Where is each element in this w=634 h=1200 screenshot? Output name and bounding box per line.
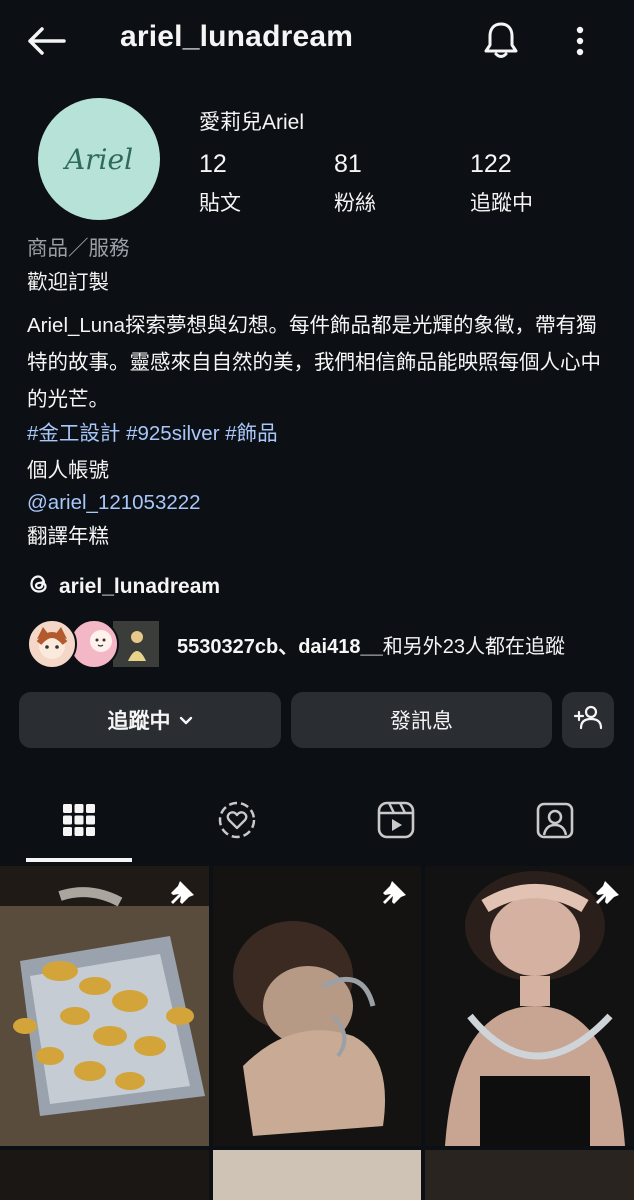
- reels-icon: [377, 801, 415, 844]
- threads-handle: ariel_lunadream: [59, 575, 221, 598]
- post-thumbnail[interactable]: [0, 1150, 209, 1200]
- tab-tagged[interactable]: [476, 780, 634, 864]
- add-person-button[interactable]: [562, 692, 614, 748]
- followed-by-row[interactable]: 5530327cb、dai418__和另外23人都在追蹤: [27, 618, 565, 670]
- post-thumbnail[interactable]: [425, 1150, 634, 1200]
- more-vertical-icon[interactable]: [566, 20, 594, 62]
- bio-category: 商品／服務: [27, 237, 130, 260]
- display-name: 愛莉兒Ariel: [199, 111, 305, 134]
- bio-personal-label: 個人帳號: [27, 459, 109, 482]
- threads-link[interactable]: ariel_lunadream: [27, 572, 220, 602]
- bio-description: Ariel_Luna探索夢想與幻想。每件飾品都是光輝的象徵，帶有獨特的故事。靈感…: [27, 314, 601, 411]
- stat-posts-label: 貼文: [199, 192, 241, 215]
- bio-mention-link[interactable]: @ariel_121053222: [27, 490, 201, 517]
- threads-icon: [27, 572, 51, 602]
- following-button-label: 追蹤中: [107, 710, 171, 733]
- following-button[interactable]: 追蹤中: [19, 692, 281, 748]
- active-tab-indicator: [26, 858, 132, 862]
- profile-tabs: [0, 780, 634, 864]
- post-thumbnail[interactable]: [425, 866, 634, 1146]
- bio-hashtags[interactable]: #金工設計 #925silver #飾品: [27, 421, 278, 448]
- add-person-icon: [573, 704, 603, 736]
- followed-by-names: 5530327cb、dai418__: [177, 635, 383, 658]
- stat-followers-label: 粉絲: [334, 192, 376, 215]
- tab-reels-liked[interactable]: [158, 780, 316, 864]
- bio-line: 歡迎訂製: [27, 271, 109, 294]
- message-button-label: 發訊息: [390, 710, 453, 733]
- avatar-logo-text: Ariel: [64, 142, 134, 176]
- followed-by-suffix: 和另外23人都在追蹤: [382, 635, 565, 658]
- stat-following-count: 122: [470, 150, 512, 178]
- bell-icon[interactable]: [480, 18, 522, 62]
- profile-header: ariel_lunadream: [0, 0, 634, 82]
- stat-posts[interactable]: 12 貼文: [199, 150, 241, 217]
- bio-translate-text: 翻譯年糕: [27, 525, 109, 548]
- message-button[interactable]: 發訊息: [291, 692, 552, 748]
- header-username: ariel_lunadream: [120, 20, 354, 53]
- tab-reels[interactable]: [317, 780, 475, 864]
- tab-grid[interactable]: [0, 780, 158, 864]
- back-arrow-icon[interactable]: [24, 22, 68, 60]
- post-thumbnail[interactable]: [213, 1150, 421, 1200]
- post-thumbnail[interactable]: [213, 866, 421, 1146]
- post-thumbnail[interactable]: [0, 866, 209, 1146]
- follower-avatar: [27, 619, 77, 669]
- grid-icon: [63, 803, 95, 841]
- stat-followers[interactable]: 81 粉絲: [334, 150, 376, 217]
- profile-avatar[interactable]: Ariel: [38, 98, 160, 220]
- posts-grid: [0, 866, 634, 1200]
- stat-following-label: 追蹤中: [470, 192, 533, 215]
- followed-by-text: 5530327cb、dai418__和另外23人都在追蹤: [177, 630, 565, 659]
- pin-icon: [379, 878, 409, 913]
- stat-followers-count: 81: [334, 150, 362, 178]
- reels-heart-icon: [217, 800, 257, 845]
- chevron-down-icon: [179, 708, 193, 732]
- tagged-icon: [536, 801, 574, 844]
- stat-posts-count: 12: [199, 150, 227, 178]
- pin-icon: [592, 878, 622, 913]
- stat-following[interactable]: 122 追蹤中: [470, 150, 533, 217]
- pin-icon: [167, 878, 197, 913]
